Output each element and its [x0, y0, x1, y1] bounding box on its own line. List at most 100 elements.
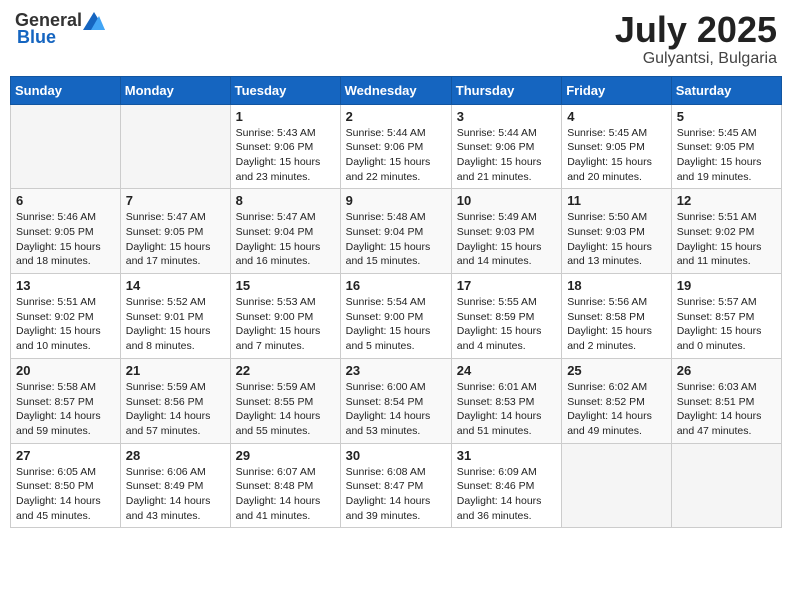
title-block: July 2025 Gulyantsi, Bulgaria — [615, 10, 777, 68]
calendar-week-4: 20Sunrise: 5:58 AMSunset: 8:57 PMDayligh… — [11, 358, 782, 443]
day-number: 20 — [16, 363, 115, 378]
location-title: Gulyantsi, Bulgaria — [615, 50, 777, 68]
day-info: Sunrise: 5:57 AMSunset: 8:57 PMDaylight:… — [677, 295, 776, 354]
calendar-day-cell — [11, 104, 121, 189]
day-info: Sunrise: 6:05 AMSunset: 8:50 PMDaylight:… — [16, 465, 115, 524]
page-header: General Blue July 2025 Gulyantsi, Bulgar… — [10, 10, 782, 68]
calendar-day-cell: 16 Sunrise: 5:54 AMSunset: 9:00 PMDayligh… — [340, 274, 451, 359]
calendar-day-cell: 31 Sunrise: 6:09 AMSunset: 8:46 PMDayligh… — [451, 443, 561, 528]
day-number: 13 — [16, 278, 115, 293]
day-info: Sunrise: 5:50 AMSunset: 9:03 PMDaylight:… — [567, 210, 666, 269]
weekday-header-tuesday: Tuesday — [230, 76, 340, 104]
day-number: 15 — [236, 278, 335, 293]
calendar-day-cell — [562, 443, 672, 528]
calendar-day-cell: 22Sunrise: 5:59 AMSunset: 8:55 PMDayligh… — [230, 358, 340, 443]
calendar-day-cell: 3 Sunrise: 5:44 AMSunset: 9:06 PMDaylight… — [451, 104, 561, 189]
day-number: 14 — [126, 278, 225, 293]
calendar-day-cell — [671, 443, 781, 528]
day-number: 21 — [126, 363, 225, 378]
day-info: Sunrise: 6:00 AMSunset: 8:54 PMDaylight:… — [346, 380, 446, 439]
day-number: 26 — [677, 363, 776, 378]
calendar-table: SundayMondayTuesdayWednesdayThursdayFrid… — [10, 76, 782, 529]
day-info: Sunrise: 6:02 AMSunset: 8:52 PMDaylight:… — [567, 380, 666, 439]
calendar-day-cell: 15 Sunrise: 5:53 AMSunset: 9:00 PMDayligh… — [230, 274, 340, 359]
day-info: Sunrise: 6:08 AMSunset: 8:47 PMDaylight:… — [346, 465, 446, 524]
weekday-header-saturday: Saturday — [671, 76, 781, 104]
day-number: 8 — [236, 193, 335, 208]
day-info: Sunrise: 5:51 AMSunset: 9:02 PMDaylight:… — [16, 295, 115, 354]
day-number: 31 — [457, 448, 556, 463]
day-number: 30 — [346, 448, 446, 463]
day-info: Sunrise: 5:44 AMSunset: 9:06 PMDaylight:… — [346, 126, 446, 185]
day-info: Sunrise: 5:49 AMSunset: 9:03 PMDaylight:… — [457, 210, 556, 269]
calendar-day-cell: 7Sunrise: 5:47 AMSunset: 9:05 PMDaylight… — [120, 189, 230, 274]
day-info: Sunrise: 5:54 AMSunset: 9:00 PMDaylight:… — [346, 295, 446, 354]
month-title: July 2025 — [615, 10, 777, 50]
day-number: 6 — [16, 193, 115, 208]
day-info: Sunrise: 6:03 AMSunset: 8:51 PMDaylight:… — [677, 380, 776, 439]
day-number: 9 — [346, 193, 446, 208]
calendar-day-cell: 26 Sunrise: 6:03 AMSunset: 8:51 PMDayligh… — [671, 358, 781, 443]
calendar-week-5: 27 Sunrise: 6:05 AMSunset: 8:50 PMDayligh… — [11, 443, 782, 528]
day-info: Sunrise: 5:55 AMSunset: 8:59 PMDaylight:… — [457, 295, 556, 354]
day-number: 23 — [346, 363, 446, 378]
day-number: 5 — [677, 109, 776, 124]
day-number: 27 — [16, 448, 115, 463]
logo-blue-text: Blue — [17, 27, 56, 48]
calendar-day-cell: 2 Sunrise: 5:44 AMSunset: 9:06 PMDaylight… — [340, 104, 451, 189]
calendar-day-cell: 27 Sunrise: 6:05 AMSunset: 8:50 PMDayligh… — [11, 443, 121, 528]
weekday-header-friday: Friday — [562, 76, 672, 104]
calendar-day-cell: 19 Sunrise: 5:57 AMSunset: 8:57 PMDayligh… — [671, 274, 781, 359]
calendar-day-cell: 14 Sunrise: 5:52 AMSunset: 9:01 PMDayligh… — [120, 274, 230, 359]
day-info: Sunrise: 5:47 AMSunset: 9:04 PMDaylight:… — [236, 210, 335, 269]
day-number: 7 — [126, 193, 225, 208]
calendar-day-cell: 11 Sunrise: 5:50 AMSunset: 9:03 PMDayligh… — [562, 189, 672, 274]
day-number: 19 — [677, 278, 776, 293]
calendar-week-3: 13 Sunrise: 5:51 AMSunset: 9:02 PMDayligh… — [11, 274, 782, 359]
day-number: 28 — [126, 448, 225, 463]
day-info: Sunrise: 5:45 AMSunset: 9:05 PMDaylight:… — [677, 126, 776, 185]
calendar-day-cell: 24 Sunrise: 6:01 AMSunset: 8:53 PMDayligh… — [451, 358, 561, 443]
day-info: Sunrise: 6:06 AMSunset: 8:49 PMDaylight:… — [126, 465, 225, 524]
day-info: Sunrise: 5:48 AMSunset: 9:04 PMDaylight:… — [346, 210, 446, 269]
day-number: 25 — [567, 363, 666, 378]
day-info: Sunrise: 6:07 AMSunset: 8:48 PMDaylight:… — [236, 465, 335, 524]
day-number: 16 — [346, 278, 446, 293]
weekday-header-thursday: Thursday — [451, 76, 561, 104]
day-info: Sunrise: 5:51 AMSunset: 9:02 PMDaylight:… — [677, 210, 776, 269]
day-info: Sunrise: 5:59 AMSunset: 8:55 PMDaylight:… — [236, 380, 335, 439]
day-number: 29 — [236, 448, 335, 463]
calendar-week-1: 1Sunrise: 5:43 AMSunset: 9:06 PMDaylight… — [11, 104, 782, 189]
calendar-day-cell: 17Sunrise: 5:55 AMSunset: 8:59 PMDayligh… — [451, 274, 561, 359]
day-info: Sunrise: 5:59 AMSunset: 8:56 PMDaylight:… — [126, 380, 225, 439]
calendar-day-cell: 4 Sunrise: 5:45 AMSunset: 9:05 PMDaylight… — [562, 104, 672, 189]
calendar-day-cell — [120, 104, 230, 189]
day-info: Sunrise: 5:44 AMSunset: 9:06 PMDaylight:… — [457, 126, 556, 185]
calendar-day-cell: 18Sunrise: 5:56 AMSunset: 8:58 PMDayligh… — [562, 274, 672, 359]
calendar-day-cell: 21 Sunrise: 5:59 AMSunset: 8:56 PMDayligh… — [120, 358, 230, 443]
day-number: 11 — [567, 193, 666, 208]
calendar-day-cell: 30 Sunrise: 6:08 AMSunset: 8:47 PMDayligh… — [340, 443, 451, 528]
weekday-header-sunday: Sunday — [11, 76, 121, 104]
calendar-day-cell: 8 Sunrise: 5:47 AMSunset: 9:04 PMDaylight… — [230, 189, 340, 274]
day-info: Sunrise: 6:01 AMSunset: 8:53 PMDaylight:… — [457, 380, 556, 439]
day-info: Sunrise: 5:46 AMSunset: 9:05 PMDaylight:… — [16, 210, 115, 269]
day-info: Sunrise: 5:53 AMSunset: 9:00 PMDaylight:… — [236, 295, 335, 354]
day-number: 3 — [457, 109, 556, 124]
day-number: 4 — [567, 109, 666, 124]
calendar-day-cell: 10Sunrise: 5:49 AMSunset: 9:03 PMDayligh… — [451, 189, 561, 274]
day-number: 2 — [346, 109, 446, 124]
logo-icon — [83, 12, 105, 30]
day-info: Sunrise: 5:52 AMSunset: 9:01 PMDaylight:… — [126, 295, 225, 354]
day-info: Sunrise: 5:45 AMSunset: 9:05 PMDaylight:… — [567, 126, 666, 185]
calendar-day-cell: 1Sunrise: 5:43 AMSunset: 9:06 PMDaylight… — [230, 104, 340, 189]
weekday-header-wednesday: Wednesday — [340, 76, 451, 104]
calendar-day-cell: 25 Sunrise: 6:02 AMSunset: 8:52 PMDayligh… — [562, 358, 672, 443]
day-info: Sunrise: 6:09 AMSunset: 8:46 PMDaylight:… — [457, 465, 556, 524]
day-number: 24 — [457, 363, 556, 378]
calendar-week-2: 6 Sunrise: 5:46 AMSunset: 9:05 PMDaylight… — [11, 189, 782, 274]
day-number: 1 — [236, 109, 335, 124]
logo: General Blue — [15, 10, 106, 48]
weekday-header-monday: Monday — [120, 76, 230, 104]
calendar-day-cell: 12Sunrise: 5:51 AMSunset: 9:02 PMDayligh… — [671, 189, 781, 274]
